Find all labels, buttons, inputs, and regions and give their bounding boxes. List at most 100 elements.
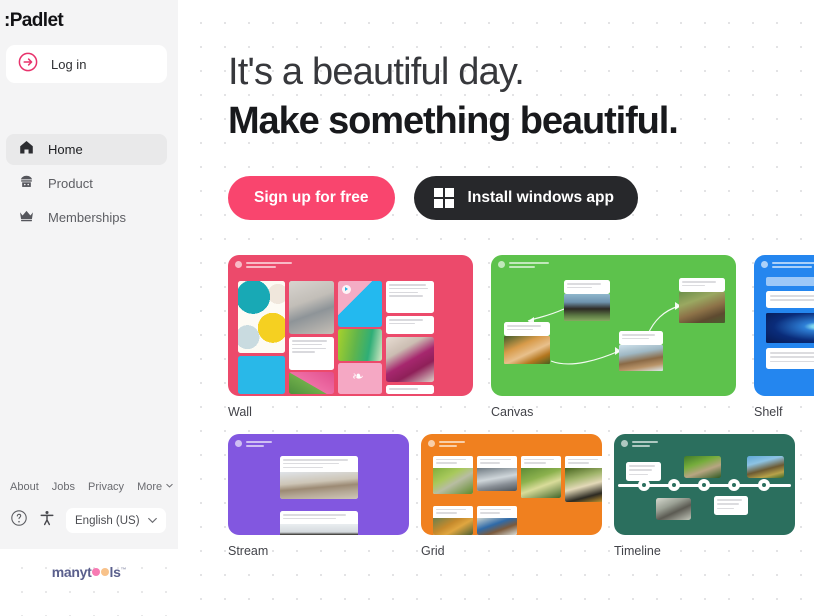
grid-post-4 [565,456,602,502]
sidebar-item-home-label: Home [48,142,83,157]
canvas-node-bobcat [679,278,725,323]
wall-tile-art [238,281,285,353]
watermark-prefix: manyt [51,564,92,580]
gallery-card-stream-label: Stream [228,544,269,558]
gallery-card-shelf[interactable]: Shelf [754,255,814,419]
grid-image-larva [477,468,517,491]
log-in-label: Log in [51,56,87,72]
timeline-image-dinosaur [747,456,784,478]
manytools-watermark: manyt ls™ [52,564,127,580]
gallery-card-timeline-label: Timeline [614,544,661,558]
gallery-card-wall[interactable]: Wall [228,255,473,419]
product-dome-icon [18,173,35,195]
gallery-row-1: Wall [228,255,814,419]
wall-tile-leaf [338,363,382,394]
sidebar-item-memberships-label: Memberships [48,210,127,225]
footer-link-more[interactable]: More [137,481,174,493]
install-windows-app-label: Install windows app [467,189,614,206]
board-title-placeholder [439,440,465,447]
grid-image-pupa [565,468,602,502]
board-header [761,261,814,268]
board-header [428,440,465,447]
sidebar: :Padlet Log in Home Product Memberships … [0,0,178,616]
log-in-button[interactable]: Log in [6,45,167,83]
timeline-node-4 [728,479,740,491]
footer-links: About Jobs Privacy More [10,481,174,493]
gallery-card-timeline[interactable]: Timeline [614,434,795,558]
footer-link-privacy[interactable]: Privacy [88,481,124,493]
stream-post-second [280,511,358,535]
watermark-dot-2 [100,568,109,577]
sidebar-item-memberships[interactable]: Memberships [6,202,167,233]
canvas-image-bobcat [679,291,725,323]
windows-logo-icon [433,188,454,208]
grid-image-butterfly [433,518,473,535]
grid-preview [421,434,602,535]
wall-post-text-4 [386,385,434,394]
install-windows-app-button[interactable]: Install windows app [413,176,638,220]
gallery-card-canvas-label: Canvas [491,405,534,419]
shelf-preview [754,255,814,396]
wall-post-text-1 [289,337,334,370]
sign-up-button[interactable]: Sign up for free [228,176,395,220]
shelf-section-header [766,277,814,286]
stream-post-camels [280,456,358,500]
caret-down-icon [147,515,157,527]
sidebar-item-product-label: Product [48,176,93,191]
grid-image-person [477,518,517,535]
cta-row: Sign up for free Install windows app [228,176,638,220]
shelf-post-text [766,291,814,308]
gallery-card-grid[interactable]: Grid [421,434,602,558]
canvas-image-lynx [619,344,663,371]
primary-nav: Home Product Memberships [6,134,167,236]
grid-post-1 [433,456,473,494]
timeline-node-2 [668,479,680,491]
wall-post-text-2 [386,281,434,313]
gallery-card-canvas[interactable]: Canvas [491,255,736,419]
watermark-area: manyt ls™ [0,549,178,616]
footer-link-jobs[interactable]: Jobs [52,481,75,493]
canvas-node-tiger [504,322,550,364]
hero-line-1: It's a beautiful day. [228,51,525,93]
accessibility-icon[interactable] [38,509,56,532]
timeline-node-3 [698,479,710,491]
wall-photo-yoga [289,372,334,394]
wall-photo-shoes [338,329,382,361]
canvas-node-lynx [619,331,663,371]
stream-image-camels [280,472,358,500]
board-header [235,261,292,268]
watermark-dot-1 [91,568,100,577]
shelf-post-text-2 [766,347,814,369]
board-title-placeholder [632,440,658,447]
timeline-node-5 [758,479,770,491]
board-title-placeholder [246,261,292,268]
timeline-image-lizard [684,456,721,478]
board-avatar-icon [621,440,628,447]
board-header [621,440,658,447]
footer-link-about[interactable]: About [10,481,39,493]
sidebar-item-home[interactable]: Home [6,134,167,165]
wall-tile-blue [238,356,285,394]
wall-preview [228,255,473,396]
canvas-image-tiger [504,335,550,364]
question-circle-icon[interactable] [10,509,28,532]
stream-preview [228,434,409,535]
play-icon [342,285,351,294]
home-icon [18,139,35,161]
timeline-post-text-2 [714,496,748,515]
padlet-home-page: :Padlet Log in Home Product Memberships … [0,0,814,616]
sidebar-item-product[interactable]: Product [6,168,167,199]
padlet-logo[interactable]: :Padlet [0,0,178,32]
gallery-card-wall-label: Wall [228,405,252,419]
shelf-image-jellyfish [766,312,814,343]
language-selector-value: English (US) [75,514,140,527]
language-selector[interactable]: English (US) [66,508,166,533]
hero-line-2: Make something beautiful. [228,99,679,142]
wall-photo-climbing [289,281,334,334]
chevron-down-icon [165,481,174,493]
grid-post-3 [521,456,561,498]
board-avatar-icon [428,440,435,447]
board-title-placeholder [246,440,272,447]
gallery-card-stream[interactable]: Stream [228,434,409,558]
footer-utility-row: English (US) [10,508,166,533]
